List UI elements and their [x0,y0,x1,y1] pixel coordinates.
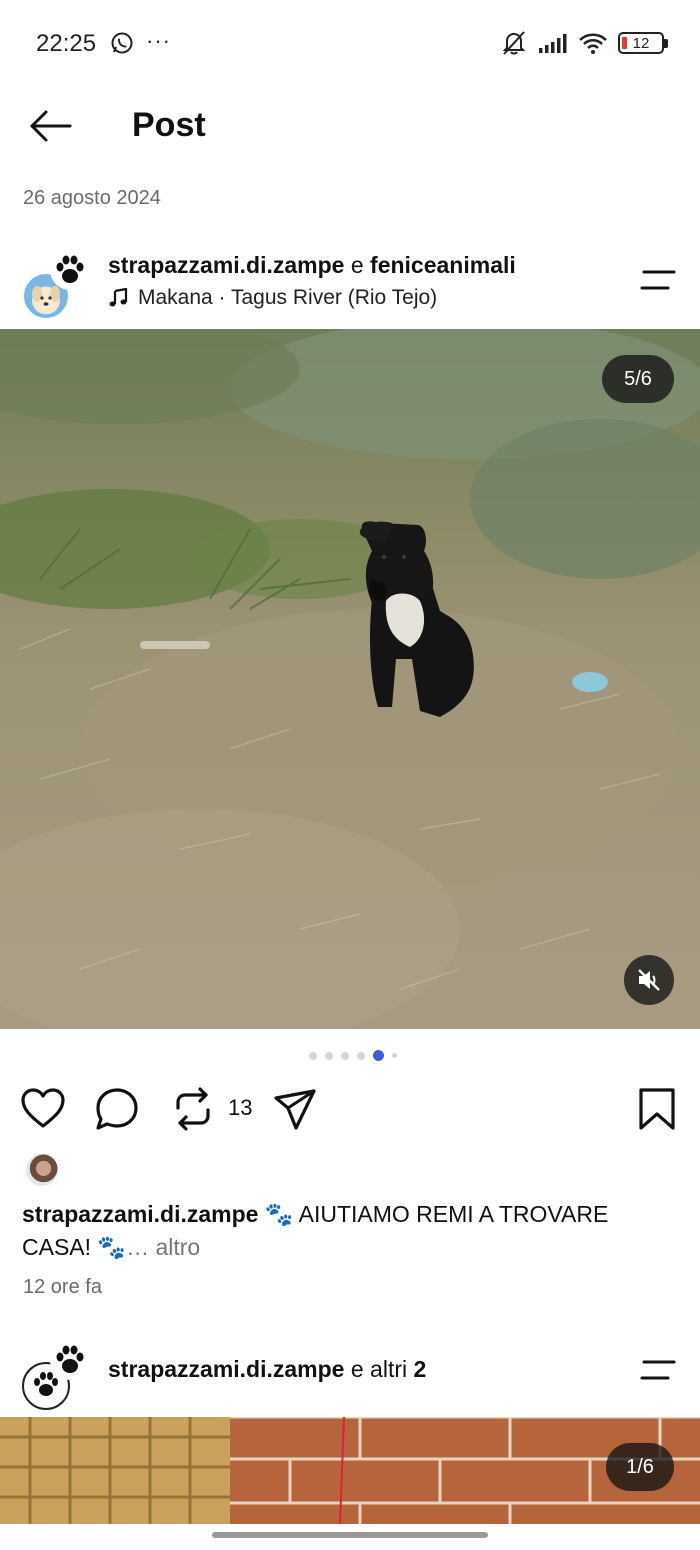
repost-count: 13 [228,1095,253,1120]
home-indicator[interactable] [212,1532,488,1538]
post-header: strapazzami.di.zampe e feniceanimali Mak… [0,244,700,328]
post-authors: strapazzami.di.zampe e altri 2 [108,1356,426,1383]
post-actions: 13 [0,1082,700,1134]
mute-button[interactable] [624,955,674,1005]
carousel-dot [341,1051,349,1060]
dog-photo [0,329,700,1029]
battery-icon: 12 [618,32,668,54]
post-image[interactable]: 1/6 [0,1417,700,1524]
status-icons: 12 [500,30,668,56]
author-conjunction: e altri [350,1356,408,1382]
music-title: Makana · Tagus River (Rio Tejo) [138,286,438,309]
image-counter: 5/6 [602,355,674,403]
author-username[interactable]: strapazzami.di.zampe [108,252,344,278]
arrow-left-icon[interactable] [26,104,76,148]
others-count[interactable]: 2 [414,1356,427,1382]
carousel-dot-active [373,1050,384,1061]
paw-icon [56,1345,84,1373]
post-time-ago: 12 ore fa [23,1276,102,1298]
bookmark-icon[interactable] [634,1086,680,1132]
author-conjunction: e [350,252,364,278]
carousel-indicator [0,1050,700,1061]
post-header: strapazzami.di.zampe e altri 2 [0,1334,700,1410]
collaborator-username[interactable]: feniceanimali [370,252,516,278]
liker-avatar[interactable] [24,1152,60,1188]
avatar-secondary[interactable] [50,250,90,290]
post-photo [0,1417,700,1524]
carousel-dot [357,1051,365,1060]
status-time: 22:25 [36,30,97,57]
caption-more-link[interactable]: … altro [126,1234,200,1260]
paw-icon [56,255,84,283]
heart-icon[interactable] [20,1086,66,1132]
page-title: Post [132,106,206,144]
volume-off-icon [638,969,660,991]
menu-icon[interactable] [640,268,678,292]
top-app-bar: Post [0,88,700,164]
carousel-dot [392,1053,397,1058]
carousel-dot [309,1051,317,1060]
image-counter: 1/6 [606,1443,674,1491]
share-icon[interactable] [272,1086,318,1132]
signal-icon [539,34,567,53]
comment-icon[interactable] [94,1086,140,1132]
whatsapp-icon [111,32,133,54]
caption-username[interactable]: strapazzami.di.zampe [22,1201,258,1227]
carousel-dot [325,1051,333,1060]
menu-icon[interactable] [640,1358,678,1382]
post-date: 26 agosto 2024 [23,187,161,209]
wifi-icon [579,33,607,54]
status-bar: 22:25 ··· 12 [0,0,700,88]
repost-icon[interactable] [170,1086,216,1132]
post-authors: strapazzami.di.zampe e feniceanimali [108,252,516,279]
music-info[interactable]: Makana · Tagus River (Rio Tejo) [108,286,437,310]
avatar-secondary[interactable] [50,1340,90,1380]
post-caption[interactable]: strapazzami.di.zampe 🐾 AIUTIAMO REMI A T… [22,1198,682,1264]
battery-level: 12 [632,34,650,52]
collab-avatars[interactable] [22,250,92,320]
gesture-bar [0,1524,700,1550]
muted-bell-icon [502,31,526,55]
post-image[interactable]: 5/6 [0,329,700,1029]
more-notifications-icon: ··· [146,28,171,53]
author-username[interactable]: strapazzami.di.zampe [108,1356,344,1382]
collab-avatars[interactable] [22,1340,92,1410]
music-note-icon [109,288,128,307]
